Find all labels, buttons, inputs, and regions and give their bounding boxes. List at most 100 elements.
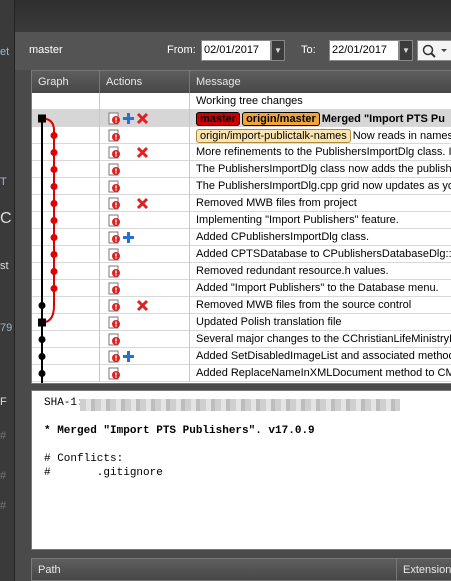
deleted-icon [136,146,149,159]
actions-cell [100,127,190,144]
added-icon [123,113,134,124]
commit-message-cell: Several major changes to the CChristianL… [196,333,451,345]
message-text: The PublishersImportDlg.cpp grid now upd… [196,180,451,192]
modified-icon [108,316,120,329]
actions-cell [100,144,190,161]
commit-message-cell: The PublishersImportDlg.cpp grid now upd… [196,180,451,192]
to-date-field[interactable]: 22/01/2017 [329,40,399,61]
actions-cell [100,93,190,110]
message-text: Added CPublishersImportDlg class. [196,231,370,243]
actions-cell [100,178,190,195]
modified-icon [108,163,120,176]
modified-icon [108,231,120,244]
added-icon [123,351,134,362]
commit-message-cell: Added CPTSDatabase to CPublishersDatabas… [196,248,451,260]
graph-node [50,166,58,173]
branch-label: master [29,44,63,56]
commit-message-cell: Updated Polish translation file [196,316,342,328]
message-text: Working tree changes [196,95,303,107]
background-window-strip: et T C st 79 F # # # [0,0,14,581]
actions-cell [100,280,190,297]
filter-bar: master From: 02/01/2017 ▼ To: 22/01/2017… [15,32,451,70]
message-text: More refinements to the PublishersImport… [196,146,451,158]
graph-node [38,370,46,377]
graph-node [38,336,46,343]
message-text: Several major changes to the CChristianL… [196,333,451,345]
from-date-field[interactable]: 02/01/2017 [201,40,271,61]
changed-files-header: Path Extension [31,558,451,581]
search-icon [422,44,447,58]
to-date-dropdown[interactable]: ▼ [399,40,413,61]
actions-cell [100,297,190,314]
graph-node [38,353,46,360]
log-window: master From: 02/01/2017 ▼ To: 22/01/2017… [14,0,451,581]
message-text: Updated Polish translation file [196,316,342,328]
title-bar[interactable] [15,0,451,32]
actions-cell [100,110,190,127]
column-message[interactable]: Message [190,71,451,93]
branch-tag: master [196,112,241,126]
graph-merge-node [38,114,46,123]
modified-icon [108,299,120,312]
message-text: Added CPTSDatabase to CPublishersDatabas… [196,248,451,260]
conflicts-header: # Conflicts: [44,453,124,465]
column-actions[interactable]: Actions [100,71,190,93]
commit-message-cell: More refinements to the PublishersImport… [196,146,451,158]
actions-cell [100,229,190,246]
modified-icon [108,367,120,380]
graph-merge-node [38,318,46,327]
commit-message-cell: Added SetDisabledImageList and associate… [196,350,451,362]
commit-message-cell: master origin/master Merged "Import PTS Pu [196,112,445,126]
modified-icon [108,146,120,159]
commit-message-cell: origin/import-publictalk-names Now reads … [196,129,451,143]
commit-message: * Merged "Import PTS Publishers". v17.0.… [44,425,315,437]
column-extension[interactable]: Extension [396,559,451,581]
modified-icon [108,214,120,227]
modified-icon [108,248,120,261]
branch-tag: origin/master [242,112,320,126]
deleted-icon [136,197,149,210]
bg-text: 79 [0,322,13,334]
deleted-icon [136,112,149,125]
added-icon [123,232,134,243]
log-column-header: Graph Actions Message [32,71,451,93]
branch-tooltip-tag: origin/import-publictalk-names [196,129,351,143]
from-date-dropdown[interactable]: ▼ [271,40,285,61]
modified-icon [108,112,120,125]
actions-cell [100,314,190,331]
actions-cell [100,263,190,280]
message-text: Removed MWB files from project [196,197,357,209]
to-label: To: [301,44,316,56]
search-filter-button[interactable] [417,40,451,61]
commit-message-cell: Removed redundant resource.h values. [196,265,389,277]
modified-icon [108,265,120,278]
graph-node [50,149,58,156]
modified-icon [108,350,120,363]
commit-message-cell: The PublishersImportDlg class now adds t… [196,163,451,175]
message-text: Added "Import Publishers" to the Databas… [196,282,439,294]
actions-cell [100,161,190,178]
actions-cell [100,212,190,229]
modified-icon [108,197,120,210]
column-graph[interactable]: Graph [32,71,100,93]
bg-text: et [0,46,10,58]
bg-text: st [0,260,9,272]
log-list[interactable]: Graph Actions Message Working tree chang… [31,70,451,384]
column-path[interactable]: Path [32,559,232,581]
bg-text: F [0,396,7,408]
conflict-file: # .gitignore [44,467,163,479]
modified-icon [108,333,120,346]
message-text: The PublishersImportDlg class now adds t… [196,163,451,175]
commit-detail-pane[interactable]: SHA-1: * Merged "Import PTS Publishers".… [31,390,451,550]
message-text: Merged "Import PTS Pu [321,113,445,125]
sha-label: SHA-1: [44,397,84,409]
bg-text: T [0,176,7,188]
deleted-icon [136,299,149,312]
graph-node [50,251,58,258]
graph-node [50,234,58,241]
graph-node [38,302,46,309]
message-text: Implementing "Import Publishers" feature… [196,214,399,226]
graph-node [50,183,58,190]
bg-text: # [0,430,7,442]
modified-icon [108,180,120,193]
